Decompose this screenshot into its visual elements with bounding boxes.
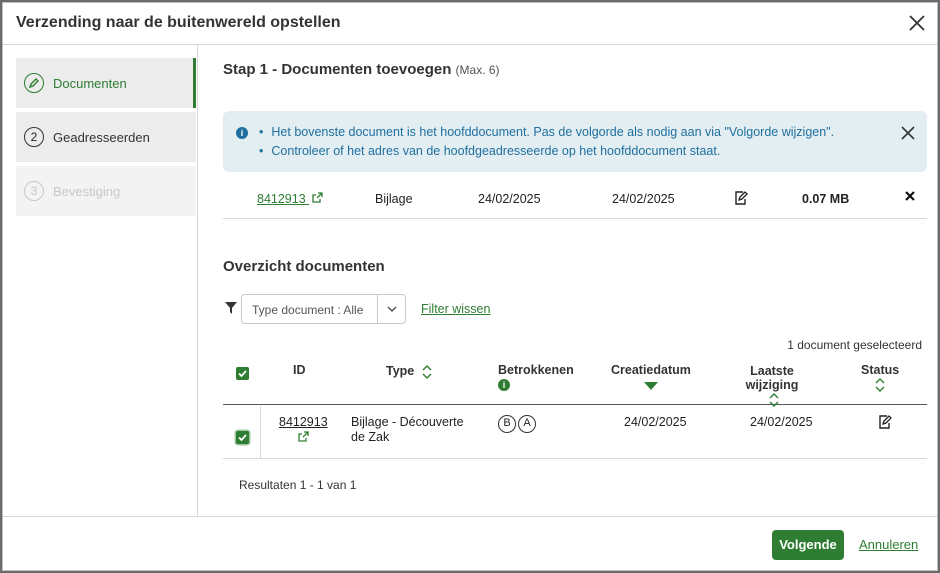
document-edit-status-icon <box>733 190 749 209</box>
info-item: Het bovenste document is het hoofddocume… <box>259 123 834 142</box>
remove-icon <box>905 191 915 201</box>
filter-icon <box>225 302 237 314</box>
row-id-link[interactable]: 8412913 <box>279 415 328 445</box>
overview-title: Overzicht documenten <box>223 258 385 275</box>
step-title-text: Stap 1 - Documenten toevoegen <box>223 61 452 78</box>
table-row: 8412913 Bijlage - Découverte de Zak BA 2… <box>223 406 927 459</box>
sort-desc-icon <box>643 382 658 390</box>
column-header-label: Type <box>386 364 415 378</box>
column-header-label: Betrokkenen <box>498 363 574 377</box>
select-all-checkbox[interactable] <box>236 367 249 380</box>
row-created: 24/02/2025 <box>624 415 687 429</box>
column-header-label: Laatste <box>750 364 794 378</box>
involved-badge: A <box>518 415 536 433</box>
document-type-select-value: Type document : Alle <box>252 303 364 317</box>
row-type: Bijlage - Découverte de Zak <box>351 415 464 445</box>
info-list: Het bovenste document is het hoofddocume… <box>259 123 834 161</box>
close-icon <box>901 126 915 140</box>
document-id: 8412913 <box>279 415 328 429</box>
info-icon: i <box>236 127 248 139</box>
chevron-down-icon <box>387 306 397 313</box>
close-icon <box>909 15 925 31</box>
column-header-label: wijziging <box>745 378 799 392</box>
column-header-modified[interactable]: Laatste wijziging <box>741 364 803 407</box>
step-number: 2 <box>24 127 44 147</box>
row-checkbox[interactable] <box>236 431 249 444</box>
selected-document-size: 0.07 MB <box>802 192 850 206</box>
pencil-icon <box>24 73 44 93</box>
filter-clear-link[interactable]: Filter wissen <box>421 302 490 316</box>
step-geadresseerden[interactable]: 2 Geadresseerden <box>16 112 196 162</box>
selected-document-row: 8412913 Bijlage 24/02/2025 24/02/2025 0.… <box>223 179 927 219</box>
selected-document-created: 24/02/2025 <box>478 192 541 206</box>
dialog-header: Verzending naar de buitenwereld opstelle… <box>3 3 937 45</box>
next-button[interactable]: Volgende <box>772 530 844 560</box>
select-divider <box>377 295 378 323</box>
document-type-select[interactable]: Type document : Alle <box>241 294 406 324</box>
external-link-icon <box>312 192 323 203</box>
column-header-label: Status <box>861 363 900 377</box>
info-banner: i Het bovenste document is het hoofddocu… <box>223 111 927 172</box>
external-link-icon <box>298 431 309 442</box>
table-header-row: ID Type Betrokkenen i Creatiedatum Laats… <box>223 358 927 407</box>
results-summary: Resultaten 1 - 1 van 1 <box>239 478 357 492</box>
dialog-title: Verzending naar de buitenwereld opstelle… <box>16 14 341 31</box>
step-label: Bevestiging <box>53 183 121 199</box>
involved-badge: B <box>498 415 516 433</box>
info-close-button[interactable] <box>899 124 917 142</box>
info-icon[interactable]: i <box>498 379 510 391</box>
close-button[interactable] <box>906 12 928 34</box>
selected-document-type: Bijlage <box>375 192 413 206</box>
checkmark-icon <box>238 370 247 378</box>
column-header-type[interactable]: Type <box>386 364 432 379</box>
column-header-status[interactable]: Status <box>861 363 899 395</box>
row-type-line: Bijlage - Découverte <box>351 415 464 429</box>
selected-document-id-link[interactable]: 8412913 <box>257 192 323 206</box>
row-involved: BA <box>498 415 538 433</box>
column-header-created[interactable]: Creatiedatum <box>611 363 691 393</box>
step-bevestiging: 3 Bevestiging <box>16 166 196 216</box>
row-modified: 24/02/2025 <box>750 415 813 429</box>
checkmark-icon <box>238 434 247 442</box>
step-label: Documenten <box>53 75 127 91</box>
document-id: 8412913 <box>257 192 306 206</box>
dialog-footer: Volgende Annuleren <box>3 516 937 572</box>
edit-status-icon <box>877 414 893 433</box>
selected-document-modified: 24/02/2025 <box>612 192 675 206</box>
sort-icon <box>875 378 885 392</box>
sort-icon <box>769 392 779 407</box>
step-title: Stap 1 - Documenten toevoegen (Max. 6) <box>223 61 500 78</box>
row-checkbox-cell <box>223 406 261 458</box>
info-item: Controleer of het adres van de hoofdgead… <box>259 142 834 161</box>
cancel-link[interactable]: Annuleren <box>859 537 918 552</box>
sort-icon <box>422 364 432 379</box>
column-header-label: Creatiedatum <box>611 363 691 377</box>
column-header-involved: Betrokkenen i <box>498 363 574 391</box>
step-number: 3 <box>24 181 44 201</box>
step-max-count: (Max. 6) <box>455 63 500 77</box>
selected-count: 1 document geselecteerd <box>787 338 922 352</box>
step-documenten[interactable]: Documenten <box>16 58 196 108</box>
row-type-line: de Zak <box>351 430 390 444</box>
column-header-id: ID <box>293 363 306 377</box>
dialog: Verzending naar de buitenwereld opstelle… <box>2 2 938 571</box>
main-content: Stap 1 - Documenten toevoegen (Max. 6) i… <box>199 45 939 516</box>
remove-document-button[interactable] <box>904 190 916 205</box>
step-label: Geadresseerden <box>53 129 150 145</box>
step-sidebar: Documenten 2 Geadresseerden 3 Bevestigin… <box>3 45 198 516</box>
